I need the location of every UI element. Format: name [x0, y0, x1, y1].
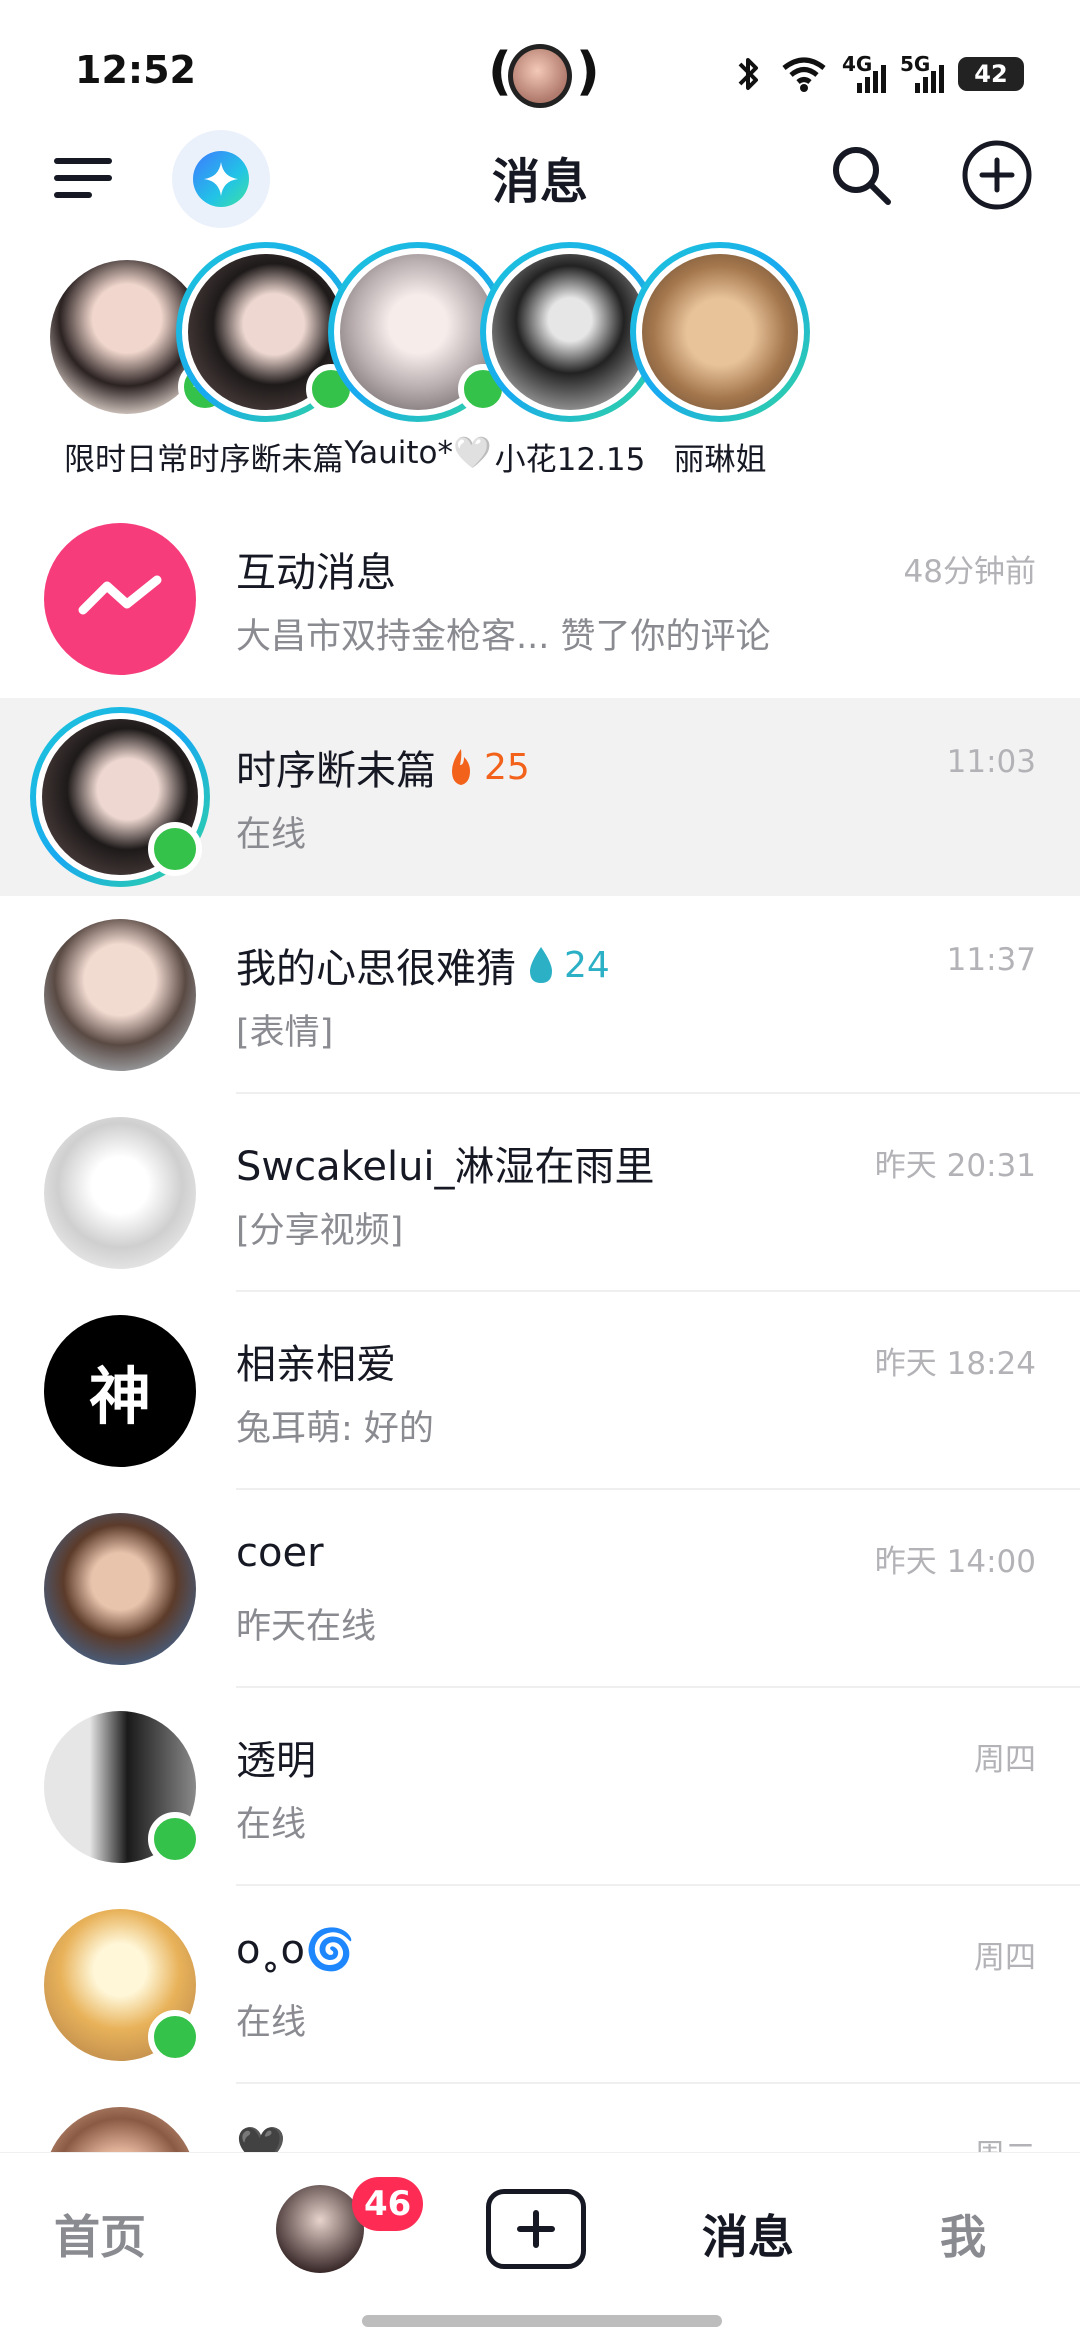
wifi-icon — [782, 57, 826, 92]
home-indicator[interactable] — [362, 2315, 722, 2327]
conversation-preview: 大昌市双持金枪客... 赞了你的评论 — [236, 617, 771, 657]
online-indicator — [148, 822, 202, 876]
signal-4g-icon: 4G — [842, 54, 886, 93]
conversation-row[interactable]: o˳o🌀 在线 周四 — [0, 1886, 1080, 2084]
conversation-row[interactable]: coer 昨天在线 昨天 14:00 — [0, 1490, 1080, 1688]
conversation-row[interactable]: 时序断未篇 25 在线 11:03 — [0, 698, 1080, 896]
conversation-title: 我的心思很难猜 24 — [236, 944, 610, 993]
status-time: 12:52 — [75, 48, 196, 92]
conversation-title: coer — [236, 1530, 324, 1576]
conversation-title: o˳o🌀 — [236, 1927, 355, 1973]
island-bracket-right: ) — [576, 42, 600, 102]
conversation-title: 透明 — [236, 1738, 316, 1784]
plus-icon — [517, 2210, 555, 2248]
interaction-icon — [78, 575, 162, 615]
tab-home[interactable]: 首页 — [54, 2201, 146, 2267]
conversation-row[interactable]: Swcakelui_淋湿在雨里 [分享视频] 昨天 20:31 — [0, 1094, 1080, 1292]
conversation-time: 11:37 — [946, 942, 1036, 978]
header: 消息 — [0, 130, 1080, 240]
create-button[interactable] — [486, 2189, 586, 2269]
tab-friends-avatar[interactable] — [276, 2185, 364, 2273]
conversation-preview: [表情] — [236, 1013, 334, 1053]
conversation-preview: 在线 — [236, 815, 307, 855]
conversation-avatar — [44, 1513, 196, 1665]
conversation-preview: 在线 — [236, 1805, 307, 1845]
conversation-preview: 昨天在线 — [236, 1607, 377, 1647]
battery-icon: 42 — [958, 57, 1024, 91]
tab-me[interactable]: 我 — [940, 2201, 986, 2267]
conversation-title: Swcakelui_淋湿在雨里 — [236, 1144, 655, 1190]
conversation-avatar: 神 — [44, 1315, 196, 1467]
online-indicator — [148, 1812, 202, 1866]
story-item[interactable]: 丽琳姐 — [620, 240, 820, 490]
streak-badge: 25 — [446, 747, 530, 788]
notification-badge: 46 — [352, 2177, 424, 2231]
dynamic-island[interactable]: ( ) — [488, 40, 600, 110]
interaction-avatar — [44, 523, 196, 675]
conversation-row[interactable]: 我的心思很难猜 24 [表情] 11:37 — [0, 896, 1080, 1094]
page-title: 消息 — [491, 154, 588, 210]
conversation-time: 昨天 20:31 — [874, 1148, 1036, 1184]
conversation-title: 互动消息 — [236, 550, 396, 596]
stories-row: + 限时日常 时序断未篇 Yauito*🤍 小花12.15 丽琳姐 — [0, 240, 1080, 490]
bluetooth-icon — [738, 58, 758, 90]
conversation-preview: [分享视频] — [236, 1211, 404, 1251]
story-ring — [630, 242, 810, 422]
island-avatar — [508, 44, 572, 108]
conversation-preview: 在线 — [236, 2003, 307, 2043]
conversation-row[interactable]: 透明 在线 周四 — [0, 1688, 1080, 1886]
conversation-time: 昨天 18:24 — [874, 1346, 1036, 1382]
conversation-avatar — [44, 919, 196, 1071]
conversation-time: 11:03 — [946, 744, 1036, 780]
tab-messages[interactable]: 消息 — [702, 2201, 794, 2267]
conversation-time: 周四 — [974, 1742, 1036, 1778]
conversation-time: 48分钟前 — [903, 554, 1036, 590]
add-circle-icon[interactable] — [960, 138, 1034, 212]
online-indicator — [148, 2010, 202, 2064]
streak-badge: 24 — [526, 945, 610, 986]
conversation-preview: 兔耳萌: 好的 — [236, 1409, 434, 1449]
conversation-time: 周四 — [974, 1940, 1036, 1976]
status-icons: 4G 5G 42 — [732, 54, 1024, 94]
story-name: 丽琳姐 — [673, 442, 767, 478]
status-bar: 12:52 ( ) 4G 5G 42 — [0, 0, 1080, 130]
water-drop-icon — [530, 947, 552, 983]
conversation-title: 时序断未篇 25 — [236, 746, 530, 795]
conversation-avatar — [44, 1117, 196, 1269]
signal-5g-icon: 5G — [900, 54, 944, 93]
search-icon[interactable] — [826, 140, 896, 210]
bottom-tab-bar: 首页 46 消息 我 — [0, 2152, 1080, 2344]
conversation-row[interactable]: 神 相亲相爱 兔耳萌: 好的 昨天 18:24 — [0, 1292, 1080, 1490]
fire-icon — [452, 749, 470, 785]
conversation-title: 相亲相爱 — [236, 1342, 396, 1388]
conversation-time: 昨天 14:00 — [874, 1544, 1036, 1580]
conversation-row-interactions[interactable]: 互动消息 大昌市双持金枪客... 赞了你的评论 48分钟前 — [0, 500, 1080, 698]
